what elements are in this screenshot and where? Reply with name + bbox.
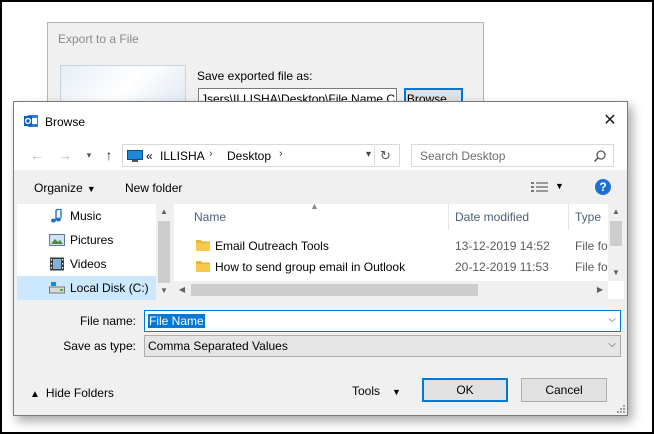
file-list: ▲ Name Date modified Type Email Outreach…	[174, 201, 624, 299]
chevron-right-icon[interactable]: ›	[279, 148, 283, 160]
save-as-type-select[interactable]: Comma Separated Values ⌵	[144, 335, 621, 357]
search-icon	[593, 150, 606, 163]
breadcrumb-illisha[interactable]: ILLISHA	[160, 149, 205, 163]
file-name-label: File name:	[79, 314, 136, 328]
scrollbar-thumb[interactable]	[610, 221, 622, 246]
organize-label: Organize	[34, 181, 83, 195]
tools-button[interactable]: Tools ▼	[352, 384, 401, 398]
scroll-right-icon[interactable]: ▶	[592, 282, 608, 298]
up-arrow-icon[interactable]: ↑	[100, 146, 118, 164]
type-cell: File fol	[575, 260, 611, 274]
chevron-right-icon[interactable]: ›	[209, 148, 213, 160]
dialog-titlebar: Browse ✕	[14, 102, 627, 140]
navigation-bar: ← → ▾ ↑ « ILLISHA › Desktop › ▾ ↻ Search…	[14, 140, 627, 170]
hide-folders-label: Hide Folders	[45, 386, 114, 400]
search-placeholder: Search Desktop	[420, 149, 506, 163]
resize-grip-icon[interactable]	[615, 403, 625, 413]
nav-item-videos[interactable]: Videos	[17, 252, 156, 276]
recent-locations-icon[interactable]: ▾	[80, 146, 98, 164]
nav-item-label: Local Disk (C:)	[70, 281, 149, 295]
refresh-icon[interactable]: ↻	[374, 146, 396, 165]
export-dialog-title: Export to a File	[58, 32, 139, 46]
column-type[interactable]: Type	[575, 210, 601, 224]
file-name-cell: Email Outreach Tools	[215, 239, 329, 253]
scroll-down-icon[interactable]: ▼	[156, 283, 172, 299]
chevron-down-icon[interactable]: ⌵	[608, 339, 616, 350]
file-name-cell: How to send group email in Outlook	[215, 260, 406, 274]
ok-button[interactable]: OK	[422, 378, 508, 402]
export-dialog-background: Export to a File Save exported file as: …	[47, 22, 484, 113]
column-divider[interactable]	[448, 204, 449, 230]
tools-label: Tools	[352, 384, 381, 398]
nav-item-local-disk[interactable]: Local Disk (C:)	[17, 276, 156, 300]
caret-down-icon: ▼	[86, 184, 96, 194]
back-arrow-icon[interactable]: ←	[28, 146, 46, 164]
address-bar[interactable]: « ILLISHA › Desktop › ▾ ↻	[122, 144, 400, 167]
folder-icon	[196, 261, 210, 272]
command-toolbar: Organize ▼ New folder ▼ ?	[14, 170, 627, 204]
type-cell: File fol	[575, 239, 611, 253]
scroll-left-icon[interactable]: ◀	[174, 282, 190, 298]
nav-pane-scrollbar[interactable]: ▲ ▼	[156, 204, 172, 299]
help-icon[interactable]: ?	[595, 179, 611, 195]
pictures-icon	[49, 234, 65, 246]
column-date-modified[interactable]: Date modified	[455, 210, 529, 224]
nav-item-label: Music	[70, 209, 102, 223]
column-divider[interactable]	[568, 204, 569, 230]
nav-item-label: Videos	[70, 257, 107, 271]
nav-item-label: Pictures	[70, 233, 114, 247]
save-exported-label: Save exported file as:	[197, 69, 313, 83]
save-as-type-label: Save as type:	[63, 339, 136, 353]
cancel-button[interactable]: Cancel	[521, 378, 607, 402]
date-modified-cell: 20-12-2019 11:53	[455, 260, 549, 274]
view-options-icon[interactable]	[531, 181, 549, 193]
browse-dialog: Browse ✕ ← → ▾ ↑ « ILLISHA › Desktop › ▾…	[13, 101, 628, 416]
view-dropdown-icon[interactable]: ▼	[555, 181, 564, 191]
music-icon	[51, 209, 62, 223]
file-name-value: File Name	[148, 314, 205, 328]
hide-folders-button[interactable]: ▲ Hide Folders	[30, 386, 114, 400]
nav-item-music[interactable]: Music	[17, 204, 156, 228]
file-list-horizontal-scrollbar[interactable]: ◀ ▶	[174, 281, 608, 299]
column-name[interactable]: Name	[194, 210, 226, 224]
file-row[interactable]: How to send group email in Outlook 20-12…	[174, 256, 611, 277]
caret-down-icon: ▼	[392, 387, 401, 397]
search-box[interactable]: Search Desktop	[411, 144, 614, 167]
dialog-title: Browse	[45, 115, 86, 129]
scroll-up-icon[interactable]: ▲	[156, 204, 172, 220]
scrollbar-thumb[interactable]	[158, 221, 170, 283]
close-icon[interactable]: ✕	[597, 108, 623, 134]
videos-icon	[50, 257, 64, 271]
organize-button[interactable]: Organize ▼	[34, 181, 96, 195]
drive-icon	[49, 282, 65, 294]
file-row[interactable]: Email Outreach Tools 13-12-2019 14:52 Fi…	[174, 235, 611, 256]
file-name-field[interactable]: File Name ⌵	[144, 310, 621, 332]
nav-item-pictures[interactable]: Pictures	[17, 228, 156, 252]
sort-ascending-icon: ▲	[310, 201, 319, 211]
monitor-icon	[127, 150, 143, 162]
breadcrumb-desktop[interactable]: Desktop	[227, 149, 271, 163]
new-folder-button[interactable]: New folder	[125, 181, 182, 195]
column-header: ▲ Name Date modified Type	[174, 201, 608, 230]
chevron-up-icon: ▲	[30, 389, 40, 400]
chevron-down-icon[interactable]: ⌵	[608, 314, 616, 325]
date-modified-cell: 13-12-2019 14:52	[455, 239, 550, 253]
scroll-down-icon[interactable]: ▼	[608, 265, 624, 281]
file-list-vertical-scrollbar[interactable]: ▲ ▼	[608, 204, 624, 281]
navigation-pane: Music Pictures Videos Local Disk (C:) ▲ …	[17, 204, 172, 300]
folder-icon	[196, 240, 210, 251]
scrollbar-thumb[interactable]	[191, 284, 478, 296]
breadcrumb-overflow[interactable]: «	[146, 149, 153, 163]
address-dropdown-icon[interactable]: ▾	[366, 149, 371, 160]
save-as-type-value: Comma Separated Values	[148, 339, 288, 353]
forward-arrow-icon[interactable]: →	[56, 146, 74, 164]
outlook-icon	[24, 115, 38, 127]
scroll-up-icon[interactable]: ▲	[608, 204, 624, 220]
